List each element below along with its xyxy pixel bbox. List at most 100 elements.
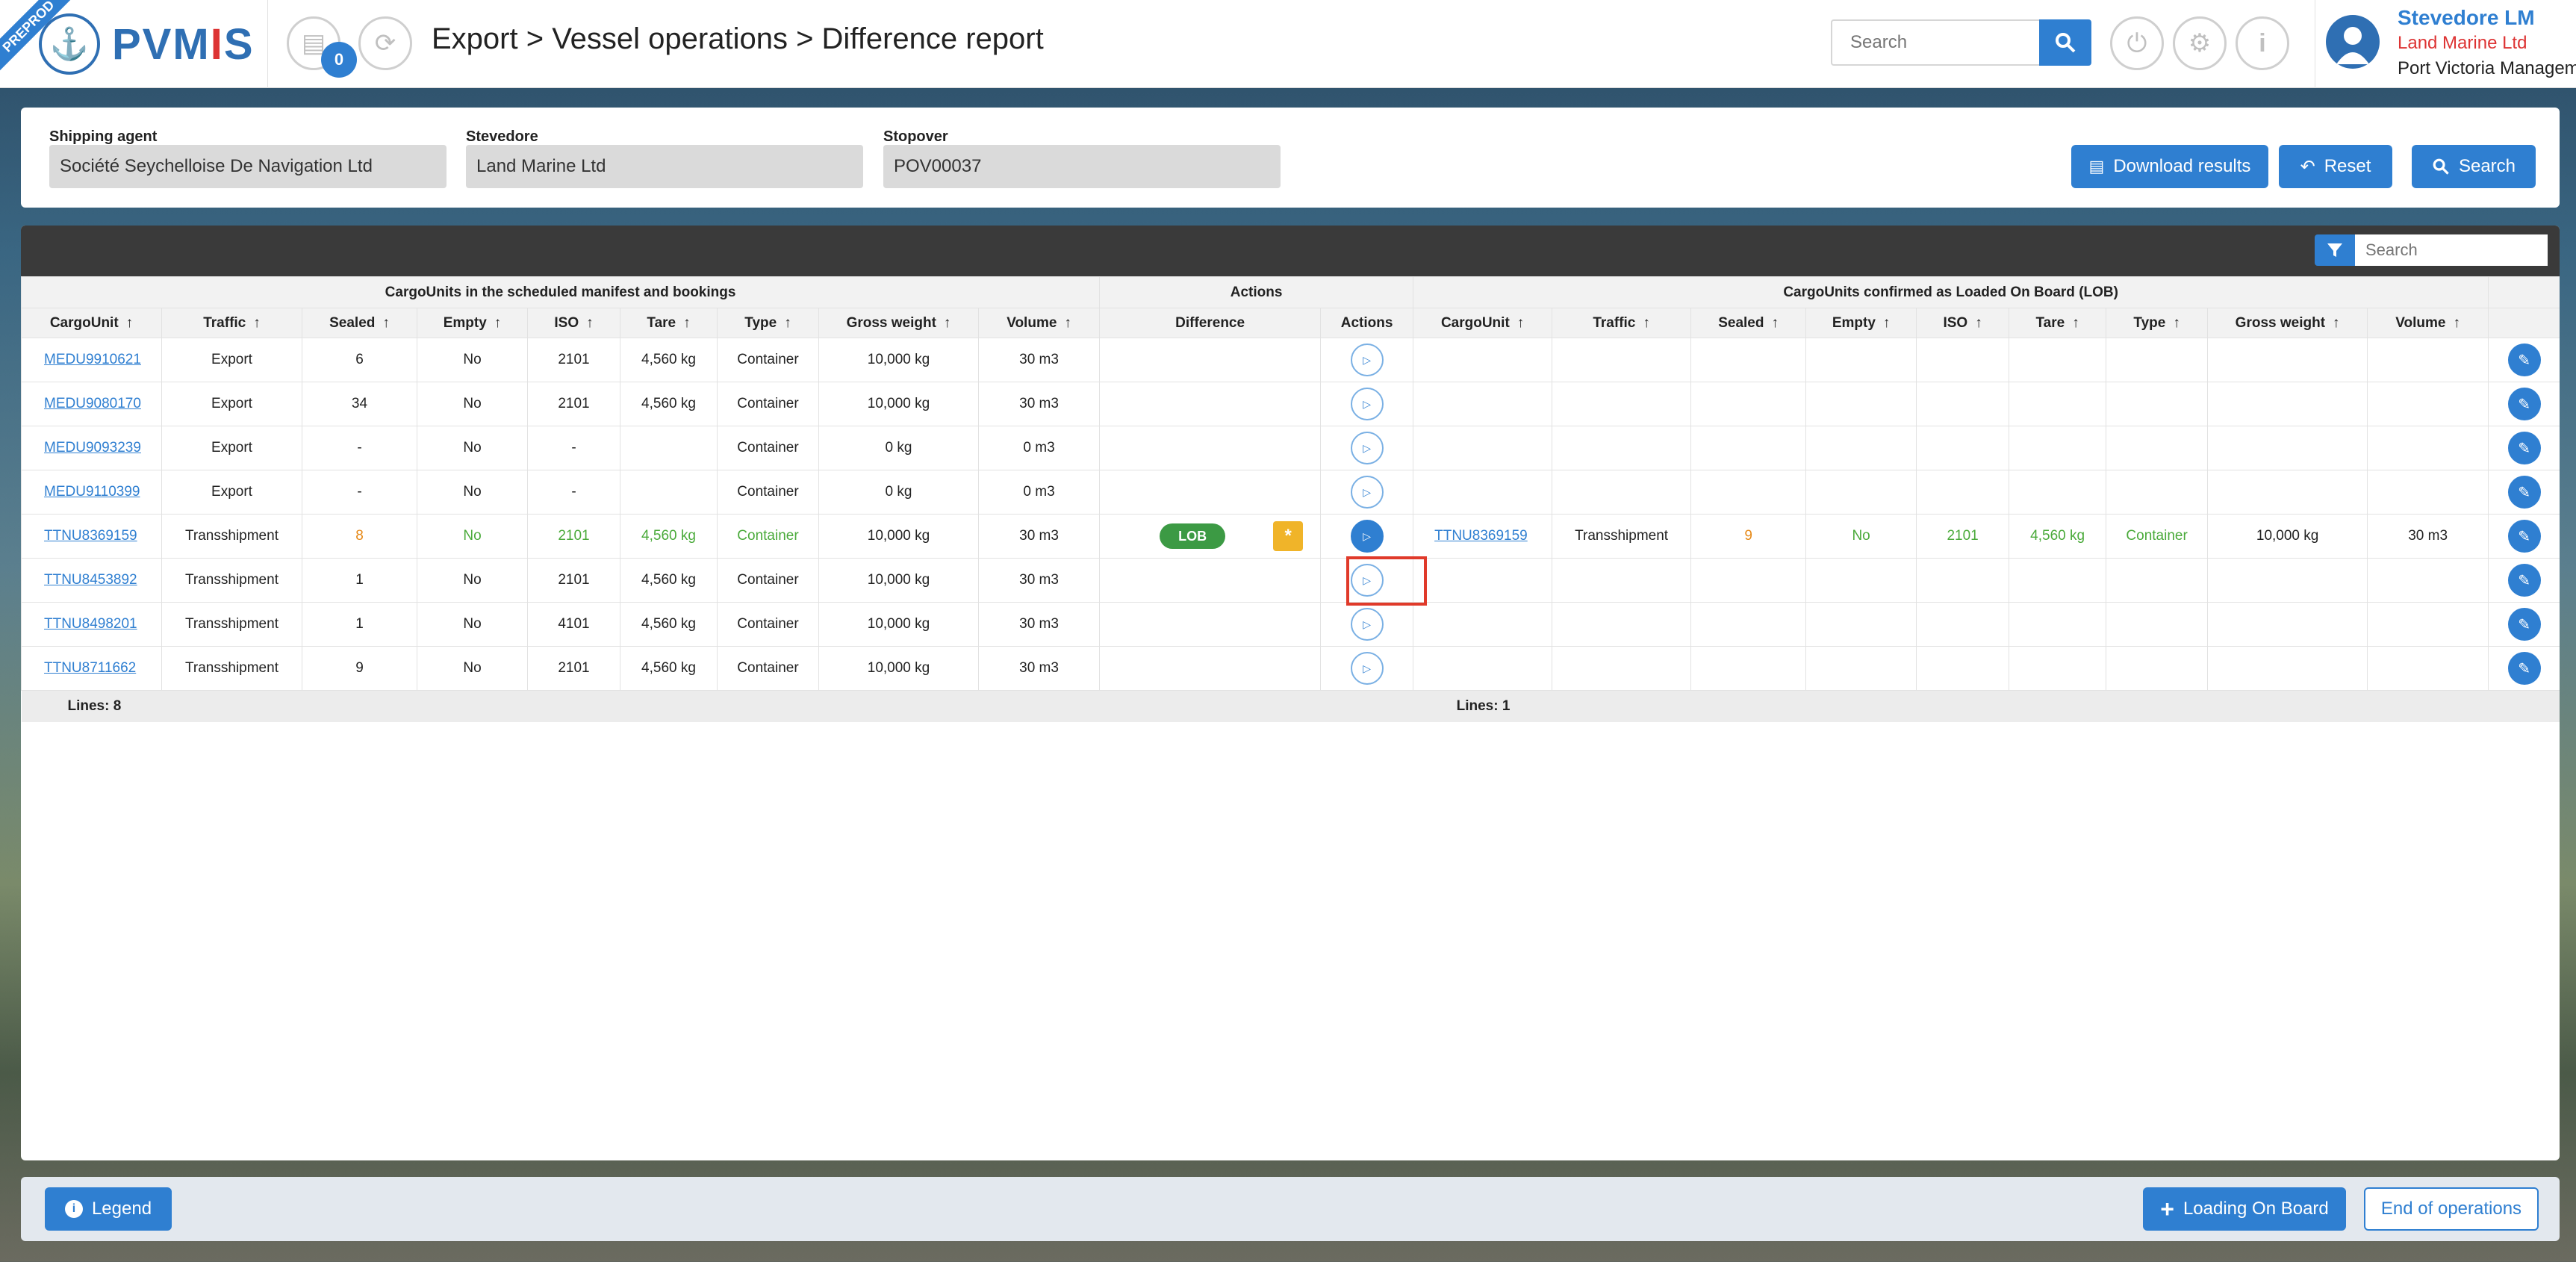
- actions-cell: ▷: [1320, 338, 1414, 382]
- edit-cell: ✎: [2488, 338, 2560, 382]
- actions-cell: ▷: [1320, 646, 1414, 691]
- edit-button[interactable]: ✎: [2507, 388, 2541, 420]
- cargo-unit-link[interactable]: MEDU9080170: [21, 382, 162, 426]
- edit-button[interactable]: ✎: [2507, 652, 2541, 685]
- col-header-lob-empty[interactable]: Empty ↑: [1805, 308, 1917, 338]
- col-header-lob-type[interactable]: Type ↑: [2106, 308, 2209, 338]
- cargo-unit-link[interactable]: TTNU8498201: [21, 602, 162, 647]
- cargo-unit-link[interactable]: MEDU9093239: [21, 426, 162, 470]
- difference-cell: LOB *: [1099, 514, 1322, 559]
- group-header-scheduled: CargoUnits in the scheduled manifest and…: [21, 276, 1101, 308]
- col-header-lob-iso[interactable]: ISO ↑: [1916, 308, 2010, 338]
- cargo-unit-link[interactable]: TTNU8711662: [21, 646, 162, 691]
- col-header-lob-sealed[interactable]: Sealed ↑: [1690, 308, 1807, 338]
- lines-count-right: Lines: 1: [1413, 690, 2560, 722]
- gross-weight-cell: 0 kg: [818, 470, 979, 515]
- end-of-operations-button[interactable]: End of operations: [2364, 1187, 2539, 1231]
- col-header-lob-volume[interactable]: Volume ↑: [2367, 308, 2489, 338]
- cargo-unit-link[interactable]: TTNU8453892: [21, 558, 162, 603]
- play-action-button[interactable]: ▷: [1350, 520, 1384, 553]
- sealed-cell: 6: [302, 338, 417, 382]
- play-action-button[interactable]: ▷: [1350, 432, 1384, 464]
- actions-cell: ▷: [1320, 602, 1414, 647]
- gross-weight-cell: 10,000 kg: [818, 382, 979, 426]
- user-panel[interactable]: Stevedore LM Land Marine Ltd Port Victor…: [2315, 0, 2576, 88]
- iso-cell: -: [527, 426, 620, 470]
- col-header-lob-tare[interactable]: Tare ↑: [2009, 308, 2107, 338]
- col-header-gross-weight[interactable]: Gross weight ↑: [818, 308, 979, 338]
- edit-button[interactable]: ✎: [2507, 564, 2541, 597]
- col-header-tare[interactable]: Tare ↑: [620, 308, 718, 338]
- type-cell: Container: [717, 338, 819, 382]
- sealed-cell: 1: [302, 602, 417, 647]
- lob-volume-cell: 30 m3: [2367, 514, 2489, 559]
- play-action-button[interactable]: ▷: [1350, 388, 1384, 420]
- traffic-cell: Transshipment: [161, 602, 302, 647]
- traffic-cell: Export: [161, 382, 302, 426]
- cargo-unit-link[interactable]: MEDU9110399: [21, 470, 162, 515]
- logout-button[interactable]: ⏻: [2110, 16, 2164, 70]
- header-search-input[interactable]: [1831, 19, 2044, 66]
- stevedore-label: Stevedore: [466, 128, 538, 145]
- grid-filter-button[interactable]: [2315, 234, 2355, 266]
- col-header-lob-gross-weight[interactable]: Gross weight ↑: [2207, 308, 2368, 338]
- reset-button[interactable]: ↶ Reset: [2279, 145, 2392, 188]
- info-button[interactable]: i: [2236, 16, 2289, 70]
- legend-button[interactable]: i Legend: [45, 1187, 172, 1231]
- gross-weight-cell: 0 kg: [818, 426, 979, 470]
- gross-weight-cell: 10,000 kg: [818, 602, 979, 647]
- edit-button[interactable]: ✎: [2507, 432, 2541, 464]
- col-header-empty[interactable]: Empty ↑: [417, 308, 528, 338]
- download-results-button[interactable]: ▤ Download results: [2071, 145, 2268, 188]
- play-action-button[interactable]: ▷: [1350, 608, 1384, 641]
- table-row: MEDU9080170 Export 34 No 2101 4,560 kg C…: [21, 382, 2560, 426]
- cargo-unit-link[interactable]: TTNU8369159: [21, 514, 162, 559]
- anchor-logo-icon: ⚓: [39, 13, 100, 75]
- edit-button[interactable]: ✎: [2507, 476, 2541, 509]
- breadcrumb: Export > Vessel operations > Difference …: [432, 22, 1044, 55]
- refresh-button[interactable]: ⟳: [358, 16, 412, 70]
- info-icon: i: [64, 1200, 83, 1218]
- edit-button[interactable]: ✎: [2507, 344, 2541, 376]
- lines-count-left: Lines: 8: [21, 690, 1413, 722]
- app-logo[interactable]: ⚓ PVMIS: [39, 10, 263, 78]
- empty-cell: No: [417, 646, 528, 691]
- edit-button[interactable]: ✎: [2507, 520, 2541, 553]
- stevedore-field[interactable]: Land Marine Ltd: [466, 145, 863, 188]
- traffic-cell: Export: [161, 470, 302, 515]
- actions-cell: ▷: [1320, 470, 1414, 515]
- header-search-button[interactable]: [2039, 19, 2091, 66]
- actions-cell: ▷: [1320, 514, 1414, 559]
- col-header-sealed[interactable]: Sealed ↑: [302, 308, 417, 338]
- volume-cell: 30 m3: [977, 602, 1101, 647]
- sort-arrow-icon: ↑: [253, 314, 261, 331]
- settings-button[interactable]: ⚙: [2173, 16, 2227, 70]
- play-action-button[interactable]: ▷: [1350, 344, 1384, 376]
- stopover-field[interactable]: POV00037: [883, 145, 1281, 188]
- power-icon: ⏻: [2127, 28, 2147, 57]
- sort-arrow-icon: ↑: [1882, 314, 1891, 331]
- empty-cell: No: [417, 558, 528, 603]
- iso-cell: 2101: [527, 646, 620, 691]
- grid-search-input[interactable]: [2355, 234, 2548, 266]
- search-button[interactable]: Search: [2412, 145, 2536, 188]
- edit-button[interactable]: ✎: [2507, 608, 2541, 641]
- col-header-type[interactable]: Type ↑: [717, 308, 819, 338]
- iso-cell: 2101: [527, 558, 620, 603]
- edit-cell: ✎: [2488, 602, 2560, 647]
- play-action-button[interactable]: ▷: [1350, 652, 1384, 685]
- notification-count-badge: 0: [321, 42, 357, 78]
- play-action-button[interactable]: ▷: [1350, 476, 1384, 509]
- col-header-lob-cargo-unit[interactable]: CargoUnit ↑: [1413, 308, 1553, 338]
- col-header-traffic[interactable]: Traffic ↑: [161, 308, 302, 338]
- sort-arrow-icon: ↑: [2453, 314, 2461, 331]
- cargo-unit-link[interactable]: MEDU9910621: [21, 338, 162, 382]
- col-header-volume[interactable]: Volume ↑: [977, 308, 1101, 338]
- col-header-lob-traffic[interactable]: Traffic ↑: [1552, 308, 1692, 338]
- lob-cargo-unit-link[interactable]: TTNU8369159: [1413, 514, 1553, 559]
- col-header-cargo-unit[interactable]: CargoUnit ↑: [21, 308, 162, 338]
- sort-arrow-icon: ↑: [683, 314, 691, 331]
- shipping-agent-field[interactable]: Société Seychelloise De Navigation Ltd: [49, 145, 447, 188]
- loading-on-board-button[interactable]: + Loading On Board: [2143, 1187, 2346, 1231]
- col-header-iso[interactable]: ISO ↑: [527, 308, 620, 338]
